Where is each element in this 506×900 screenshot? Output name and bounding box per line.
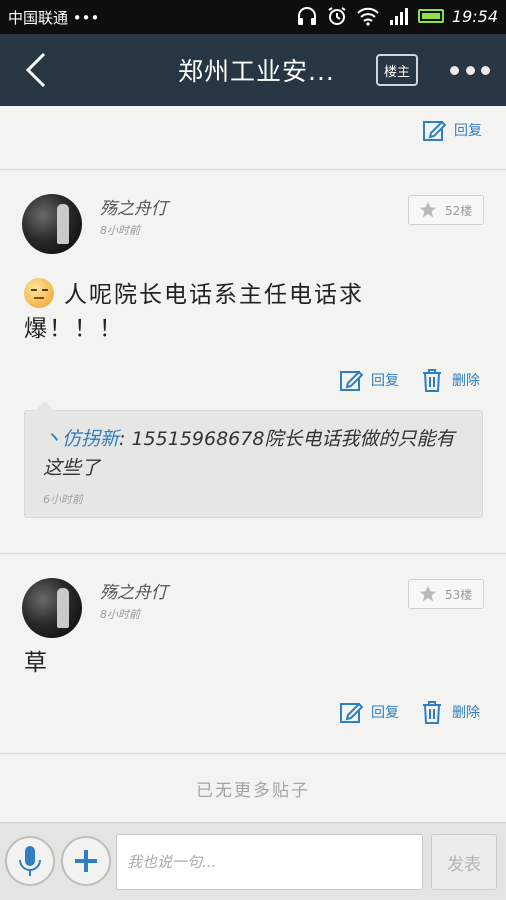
mic-icon [19,846,41,876]
reply-label: 回复 [371,705,399,721]
nav-bar: 郑州工业安... 楼主 [0,34,506,106]
star-icon [419,201,437,218]
status-icons: 19:54 [296,6,498,26]
edit-icon [340,702,363,723]
sub-reply-time: 6小时前 [43,493,83,506]
wifi-icon [357,7,379,26]
delete-button[interactable]: 删除 [420,368,480,392]
thread-title: 郑州工业安... [178,57,335,86]
reply-button[interactable]: 回复 [339,700,399,724]
avatar[interactable] [22,578,82,638]
headphones-icon [297,7,316,25]
sub-reply-author[interactable]: 丶仿拐新 [43,428,119,450]
floor-number: 53楼 [445,587,473,602]
add-attachment-button[interactable] [61,836,111,886]
owner-only-button[interactable]: 楼主 [376,54,418,86]
alarm-icon [328,7,346,25]
avatar[interactable] [22,194,82,254]
battery-icon [417,9,444,23]
previous-post-footer: 回复 [0,106,506,170]
plus-icon [75,850,97,872]
carrier-label: 中国联通 ••• [8,9,100,27]
star-icon [419,585,437,602]
author-name[interactable]: 殇之舟仃 [100,194,168,219]
trash-icon [423,701,441,724]
post-text: 草 [24,650,49,676]
reply-button[interactable]: 回复 [339,368,399,392]
edit-icon [340,370,363,391]
send-button[interactable]: 发表 [431,834,497,890]
clock: 19:54 [451,6,498,26]
floor-number: 52楼 [445,203,473,218]
delete-label: 删除 [452,373,480,389]
post-time: 8小时前 [100,224,140,237]
no-more-posts-label: 已无更多贴子 [196,780,310,801]
post-time: 8小时前 [100,608,140,621]
sub-reply[interactable]: 丶仿拐新: 15515968678院长电话我做的只能有这些了 6小时前 [24,401,483,518]
floor-badge[interactable]: 53楼 [408,579,484,609]
delete-button[interactable]: 删除 [420,700,480,724]
post-53: 殇之舟仃 8小时前 53楼 草 回复 删除 [0,554,506,754]
floor-badge[interactable]: 52楼 [408,195,484,225]
back-arrow-icon[interactable] [18,50,56,90]
reply-button[interactable]: 回复 [422,118,482,142]
sub-reply-text: 丶仿拐新: 15515968678院长电话我做的只能有这些了 [43,428,455,479]
emoji-icon [24,278,54,308]
post-content: 人呢院长电话系主任电话求爆！！！ [24,278,444,346]
delete-label: 删除 [452,705,480,721]
status-bar: 中国联通 ••• 19:54 [0,0,506,34]
bottom-input-bar: 我也说一句... 发表 [0,822,506,900]
reply-label: 回复 [454,123,482,139]
trash-icon [423,369,441,392]
signal-icon [389,8,408,25]
post-52: 殇之舟仃 8小时前 52楼 人呢院长电话系主任电话求爆！！！ 回复 删除 丶仿拐… [0,170,506,554]
more-dots-icon[interactable] [450,56,490,84]
post-text: 人呢院长电话系主任电话求爆！！！ [24,282,364,342]
author-name[interactable]: 殇之舟仃 [100,578,168,603]
voice-button[interactable] [5,836,55,886]
edit-icon [423,120,446,141]
comment-input[interactable]: 我也说一句... [116,834,423,890]
reply-label: 回复 [371,373,399,389]
